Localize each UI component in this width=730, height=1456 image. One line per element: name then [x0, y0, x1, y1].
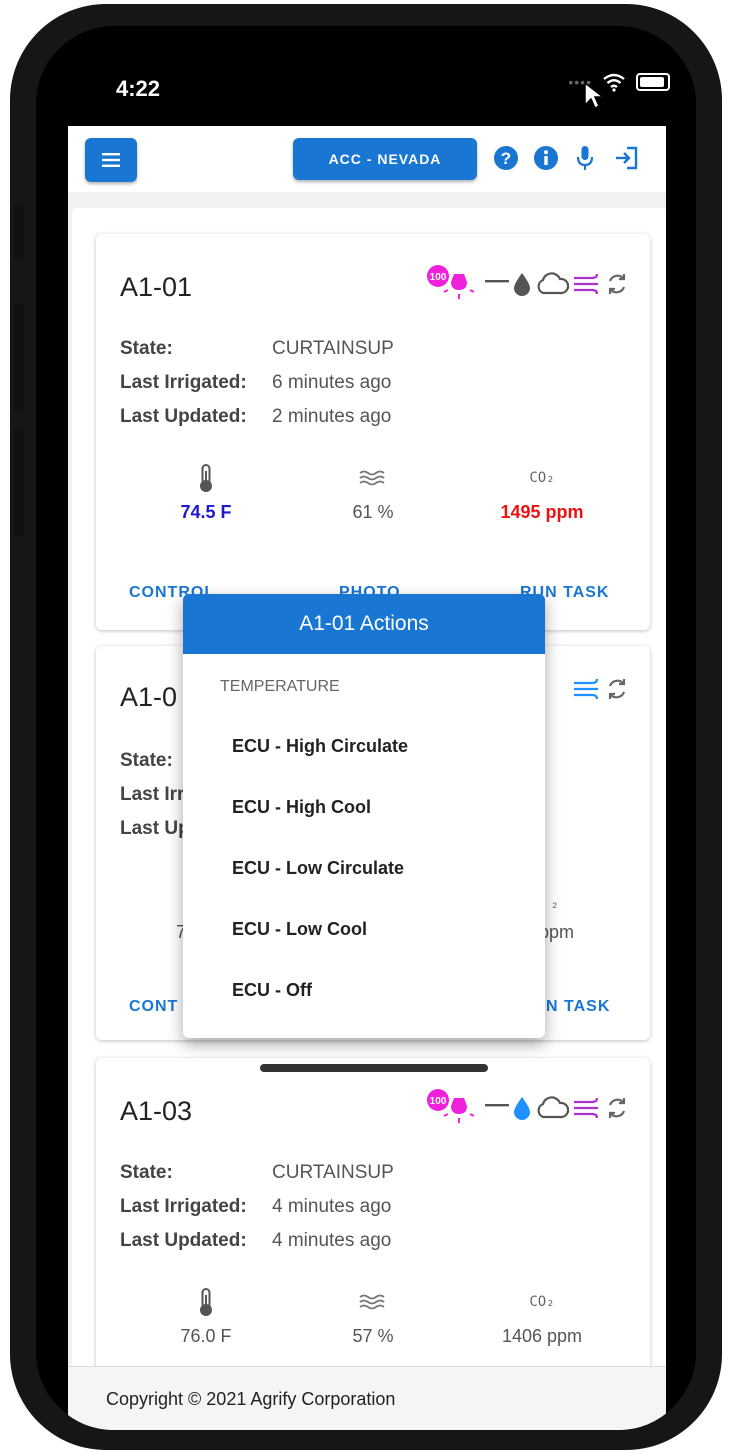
info-icon[interactable] — [532, 144, 560, 172]
thermometer-icon — [200, 464, 212, 492]
menu-item-high-circulate[interactable]: ECU - High Circulate — [232, 736, 408, 757]
room-status-icons: 100 — [426, 1088, 630, 1128]
humidity-metric: 57 % — [293, 1286, 453, 1347]
state-value: CURTAINSUP — [272, 338, 394, 359]
curtain-line-icon — [485, 1104, 509, 1107]
state-label: State: — [120, 750, 173, 771]
last-irrigated-row: Last Irrigated: 4 minutes ago — [120, 1196, 391, 1218]
last-irrigated-row: Last Irrigated: 6 minutes ago — [120, 372, 391, 394]
copyright-text: Copyright © 2021 Agrify Corporation — [106, 1389, 396, 1409]
refresh-icon[interactable] — [604, 271, 630, 297]
state-label: State: — [120, 338, 173, 359]
home-indicator — [260, 1064, 488, 1072]
menu-item-off[interactable]: ECU - Off — [232, 980, 312, 1001]
app-bar: ACC - NEVADA ? — [68, 126, 666, 192]
actions-menu: A1-01 Actions TEMPERATURE ECU - High Cir… — [183, 594, 545, 1038]
logout-icon[interactable] — [612, 144, 640, 172]
footer: Copyright © 2021 Agrify Corporation — [68, 1366, 666, 1430]
last-irrigated-value: 4 minutes ago — [272, 1196, 392, 1217]
last-updated-value: 4 minutes ago — [272, 1230, 392, 1251]
menu-button[interactable] — [85, 138, 137, 182]
grow-light-icon: 100 — [427, 1089, 475, 1123]
refresh-icon[interactable] — [604, 1095, 630, 1121]
svg-text:?: ? — [501, 149, 511, 168]
help-icon[interactable]: ? — [492, 144, 520, 172]
last-updated-label: Last Updated: — [120, 406, 247, 427]
co2-metric: CO₂ 1406 ppm — [462, 1286, 622, 1347]
humidity-waves-icon — [359, 470, 385, 486]
temperature-value: 74.5 F — [180, 502, 232, 522]
last-updated-row: Last Up — [120, 818, 190, 840]
state-value: CURTAINSUP — [272, 1162, 394, 1183]
co2-icon: CO₂ — [529, 1294, 555, 1310]
last-irrigated-row: Last Irr — [120, 784, 184, 806]
phone-side-button — [14, 428, 24, 536]
battery-icon — [636, 73, 670, 91]
temperature-metric: 76.0 F — [126, 1286, 286, 1347]
room-status-icons: 100 — [426, 264, 630, 304]
water-drop-icon — [514, 273, 530, 296]
light-level-badge: 100 — [430, 1096, 447, 1107]
wind-icon — [574, 1097, 599, 1119]
status-time: 4:22 — [116, 76, 161, 101]
humidity-value: 61 % — [352, 502, 394, 522]
last-updated-label: Last Up — [120, 818, 190, 839]
menu-item-low-cool[interactable]: ECU - Low Cool — [232, 919, 367, 940]
last-updated-row: Last Updated: 2 minutes ago — [120, 406, 391, 428]
last-irrigated-label: Last Irrigated: — [120, 1196, 247, 1217]
last-updated-label: Last Updated: — [120, 1230, 247, 1251]
light-level-badge: 100 — [430, 272, 447, 283]
room-card: A1-01 100 State: CURTAINSUP Last Irrigat… — [96, 234, 650, 630]
temperature-value: 76.0 F — [180, 1326, 232, 1346]
thermometer-icon — [200, 1288, 212, 1316]
state-row: State: CURTAINSUP — [120, 338, 394, 360]
humidity-value: 57 % — [352, 1326, 394, 1346]
state-row: State: — [120, 750, 173, 772]
phone-side-button — [14, 304, 24, 412]
menu-item-low-circulate[interactable]: ECU - Low Circulate — [232, 858, 404, 879]
mouse-cursor-icon — [584, 81, 605, 110]
wind-icon — [574, 273, 599, 295]
menu-section-temperature: TEMPERATURE — [220, 678, 340, 695]
phone-side-button — [14, 204, 24, 260]
last-updated-row: Last Updated: 4 minutes ago — [120, 1230, 391, 1252]
last-updated-value: 2 minutes ago — [272, 406, 392, 427]
room-name: A1-03 — [120, 1096, 193, 1126]
last-irrigated-label: Last Irr — [120, 784, 185, 805]
co2-icon: ₂ — [552, 894, 558, 910]
humidity-waves-icon — [359, 1294, 385, 1310]
menu-item-high-cool[interactable]: ECU - High Cool — [232, 797, 371, 818]
site-selector-button[interactable]: ACC - NEVADA — [293, 138, 477, 180]
hamburger-icon — [102, 153, 120, 167]
cloud-icon — [537, 1096, 570, 1119]
co2-value: 1406 ppm — [501, 1326, 583, 1346]
co2-value: 1495 ppm — [500, 502, 584, 522]
room-status-icons — [572, 676, 630, 702]
actions-menu-title: A1-01 Actions — [183, 594, 545, 654]
last-irrigated-label: Last Irrigated: — [120, 372, 247, 393]
state-row: State: CURTAINSUP — [120, 1162, 394, 1184]
run-task-button[interactable]: N TASK — [546, 998, 610, 1016]
humidity-metric: 61 % — [293, 462, 453, 523]
water-drop-icon — [514, 1097, 530, 1120]
last-irrigated-value: 6 minutes ago — [272, 372, 392, 393]
room-name: A1-0 — [120, 682, 178, 712]
temperature-metric: 74.5 F — [126, 462, 286, 523]
room-name: A1-01 — [120, 272, 193, 302]
wind-icon — [574, 678, 599, 700]
control-button[interactable]: CONT — [129, 998, 178, 1016]
wifi-icon — [603, 73, 625, 92]
curtain-line-icon — [485, 280, 509, 283]
state-label: State: — [120, 1162, 173, 1183]
grow-light-icon: 100 — [427, 265, 475, 299]
co2-metric: CO₂ 1495 ppm — [462, 462, 622, 523]
refresh-icon[interactable] — [604, 676, 630, 702]
cloud-icon — [537, 272, 570, 295]
co2-icon: CO₂ — [529, 470, 555, 486]
microphone-icon[interactable] — [571, 144, 599, 172]
